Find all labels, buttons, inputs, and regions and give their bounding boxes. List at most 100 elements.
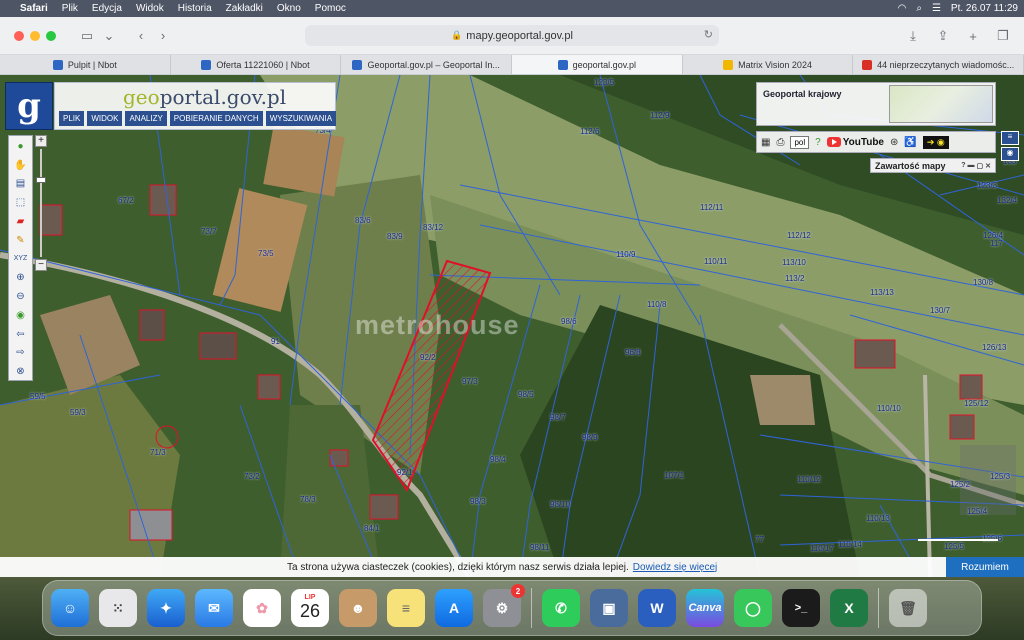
side-view-button[interactable]: ◉ xyxy=(1001,147,1019,161)
tab-geoportal-info[interactable]: Geoportal.gov.pl – Geoportal In... xyxy=(341,55,513,74)
mail-icon[interactable]: ✉ xyxy=(195,589,233,627)
forward-button[interactable]: › xyxy=(152,25,174,47)
geoportal-logo[interactable]: g xyxy=(5,82,53,130)
pencil-icon[interactable]: ✎ xyxy=(12,232,30,249)
maximize-panel-icon[interactable]: ▢ xyxy=(977,162,984,170)
youtube-link[interactable]: YouTube xyxy=(826,137,884,148)
arrow-left-icon[interactable]: ⇦ xyxy=(12,326,30,343)
close-window-button[interactable] xyxy=(14,30,24,41)
whatsapp-icon[interactable]: ✆ xyxy=(542,589,580,627)
menubar-clock[interactable]: Pt. 26.07 11:29 xyxy=(951,3,1018,14)
info-icon[interactable]: ● xyxy=(12,138,30,155)
map-contents-panel[interactable]: Zawartość mapy ? ▬ ▢ ✕ xyxy=(870,158,996,173)
word-icon[interactable]: W xyxy=(638,589,676,627)
zoom-in-icon[interactable]: ⊕ xyxy=(12,269,30,286)
system-settings-icon[interactable]: ⚙ 2 xyxy=(483,584,525,627)
menu-analizy-button[interactable]: ANALIZY xyxy=(125,111,167,126)
tab-overview-icon[interactable]: ❐ xyxy=(992,25,1014,47)
reload-icon[interactable]: ↻ xyxy=(704,28,713,41)
contacts-icon[interactable]: ☻ xyxy=(339,589,377,627)
menu-wyszukiwania-button[interactable]: WYSZUKIWANIA xyxy=(265,111,337,126)
menu-pomoc[interactable]: Pomoc xyxy=(315,3,346,14)
tab-matrix-vision[interactable]: Matrix Vision 2024 xyxy=(683,55,854,74)
close-panel-icon[interactable]: ✕ xyxy=(985,162,991,170)
globe-icon[interactable]: ◉ xyxy=(12,307,30,324)
tab-geoportal-active[interactable]: geoportal.gov.pl xyxy=(512,55,683,74)
select-icon[interactable]: ⬚ xyxy=(12,194,30,211)
minimize-window-button[interactable] xyxy=(30,30,40,41)
menu-pobieranie-button[interactable]: POBIERANIE DANYCH xyxy=(169,111,263,126)
control-center-icon[interactable]: ☰ xyxy=(932,3,941,14)
cookie-accept-button[interactable]: Rozumiem xyxy=(946,557,1024,577)
print-icon[interactable]: ⎙ xyxy=(776,137,784,148)
menu-historia[interactable]: Historia xyxy=(178,3,212,14)
accessibility-icon[interactable]: ⊛ xyxy=(890,137,898,148)
help-icon[interactable]: ? xyxy=(815,137,821,148)
pan-hand-icon[interactable]: ✋ xyxy=(12,157,30,174)
parcel-label: 83/6 xyxy=(355,216,371,225)
cookie-text: Ta strona używa ciasteczek (cookies), dz… xyxy=(287,561,629,573)
app-store-icon[interactable]: A xyxy=(435,589,473,627)
safari-icon[interactable]: ✦ xyxy=(147,589,185,627)
new-tab-icon[interactable]: + xyxy=(962,25,984,47)
map-viewport[interactable]: metrohouse 123/5 112/9 112/6 73/4 73/7 7… xyxy=(0,75,1024,577)
messages-icon[interactable]: ◯ xyxy=(734,589,772,627)
parcel-label: 73/7 xyxy=(201,227,217,236)
overview-minimap[interactable] xyxy=(889,85,993,123)
sidebar-toggle-icon[interactable]: ▭ xyxy=(76,25,98,47)
menu-plik-button[interactable]: PLIK xyxy=(59,111,85,126)
contrast-eye-icon[interactable]: ➔ ◉ xyxy=(922,135,949,149)
menu-edycja[interactable]: Edycja xyxy=(92,3,122,14)
launchpad-icon[interactable]: ⁙ xyxy=(99,589,137,627)
menu-widok-button[interactable]: WIDOK xyxy=(87,111,123,126)
menu-okno[interactable]: Okno xyxy=(277,3,301,14)
notes-icon[interactable]: ≡ xyxy=(387,589,425,627)
side-layers-button[interactable]: ≡ xyxy=(1001,131,1019,145)
language-select[interactable]: pol xyxy=(790,135,810,149)
chevron-down-icon[interactable]: ⌄ xyxy=(98,25,120,47)
terminal-icon[interactable]: >_ xyxy=(782,589,820,627)
xyz-icon[interactable]: XYZ xyxy=(12,251,30,268)
geoportal-krajowy-panel[interactable]: Geoportal krajowy xyxy=(756,82,996,126)
calendar-icon[interactable]: LIP 26 xyxy=(291,589,329,627)
menu-plik[interactable]: Plik xyxy=(62,3,78,14)
photos-icon[interactable]: ✿ xyxy=(243,589,281,627)
tab-pulpit[interactable]: Pulpit | Nbot xyxy=(0,55,171,74)
parcel-label: 130/8 xyxy=(973,278,994,287)
help-small-icon[interactable]: ? xyxy=(961,162,965,170)
cookie-learn-more-link[interactable]: Dowiedz się więcej xyxy=(633,562,717,573)
excel-icon[interactable]: X xyxy=(830,589,868,627)
arrow-right-icon[interactable]: ⇨ xyxy=(12,344,30,361)
compass-icon[interactable]: ⊗ xyxy=(12,363,30,380)
tab-mail[interactable]: 44 nieprzeczytanych wiadomośc... xyxy=(853,55,1024,74)
calculator-icon[interactable]: ▦ xyxy=(761,137,770,148)
canva-icon[interactable]: Canva xyxy=(686,589,724,627)
finder-icon[interactable]: ☺ xyxy=(51,589,89,627)
legend-icon[interactable]: ▤ xyxy=(12,176,30,193)
wheelchair-icon[interactable]: ♿ xyxy=(904,137,916,148)
red-marker-icon[interactable]: ▰ xyxy=(12,213,30,230)
zoom-plus-button[interactable]: + xyxy=(35,135,47,147)
tab-oferta[interactable]: Oferta 11221060 | Nbot xyxy=(171,55,342,74)
menu-widok[interactable]: Widok xyxy=(136,3,164,14)
parcel-label: 83/12 xyxy=(423,223,444,232)
zoom-slider[interactable]: + − xyxy=(35,135,47,273)
preview-icon[interactable]: ▣ xyxy=(590,589,628,627)
wifi-icon[interactable]: ◠ xyxy=(898,3,907,14)
search-icon[interactable]: ⌕ xyxy=(916,3,922,14)
menu-zakladki[interactable]: Zakładki xyxy=(226,3,263,14)
back-button[interactable]: ‹ xyxy=(130,25,152,47)
zoom-minus-button[interactable]: − xyxy=(35,259,47,271)
trash-icon[interactable]: 🗑 xyxy=(889,589,927,627)
zoom-knob[interactable] xyxy=(36,177,46,183)
app-menu[interactable]: Safari xyxy=(20,3,48,14)
zoom-window-button[interactable] xyxy=(46,30,56,41)
parcel-label: 125/3 xyxy=(990,472,1011,481)
zoom-out-icon[interactable]: ⊖ xyxy=(12,288,30,305)
minimize-panel-icon[interactable]: ▬ xyxy=(968,162,975,170)
parcel-label: 110/11 xyxy=(704,257,728,266)
address-bar[interactable]: 🔒 mapy.geoportal.gov.pl ↻ xyxy=(305,25,719,46)
download-icon[interactable]: ⤓ xyxy=(902,25,924,47)
share-icon[interactable]: ⇪ xyxy=(932,25,954,47)
zoom-track[interactable] xyxy=(36,149,46,257)
